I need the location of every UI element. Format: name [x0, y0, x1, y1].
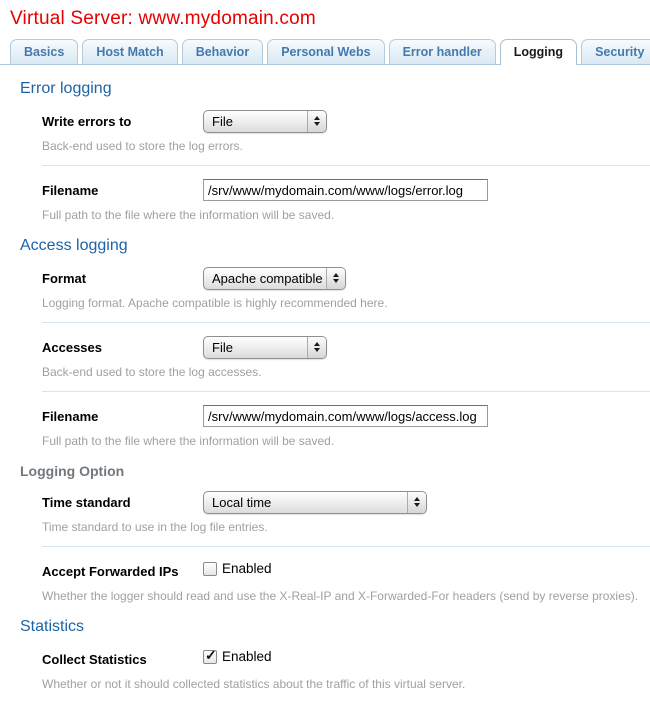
settings-section: Access logging Format Apache compatible …	[0, 237, 650, 448]
field-divider	[42, 546, 650, 547]
tab-bar: BasicsHost MatchBehaviorPersonal WebsErr…	[0, 39, 650, 65]
field-control: ✓ Enabled	[203, 649, 272, 669]
dropdown-selected-value: File	[212, 114, 307, 129]
form-field: Filename Full path to the file where the…	[42, 404, 650, 448]
tab-basics[interactable]: Basics	[10, 39, 78, 64]
tab-host-match[interactable]: Host Match	[82, 39, 177, 64]
section-title: Logging Option	[20, 463, 650, 479]
form-field: Filename Full path to the file where the…	[42, 178, 650, 222]
dropdown-stepper-arrows-icon	[326, 268, 345, 289]
field-control: File	[203, 336, 327, 359]
section-title: Error logging	[20, 80, 650, 98]
field-label: Time standard	[42, 495, 203, 510]
dropdown-select[interactable]: File	[203, 110, 327, 133]
form-field: Accept Forwarded IPs ✓ Enabled Whether t…	[42, 559, 650, 603]
tab-behavior[interactable]: Behavior	[182, 39, 264, 64]
field-help-text: Whether or not it should collected stati…	[42, 677, 650, 691]
checkbox-label: Enabled	[222, 649, 272, 664]
field-control: File	[203, 110, 327, 133]
field-help-text: Full path to the file where the informat…	[42, 434, 650, 448]
section-title: Access logging	[20, 237, 650, 255]
field-control: Apache compatible	[203, 267, 346, 290]
dropdown-selected-value: File	[212, 340, 307, 355]
field-control	[203, 405, 488, 427]
virtual-server-page: Virtual Server: www.mydomain.com BasicsH…	[0, 8, 650, 705]
field-label: Accept Forwarded IPs	[42, 564, 203, 579]
field-label: Filename	[42, 409, 203, 424]
field-label: Accesses	[42, 340, 203, 355]
section-title: Statistics	[20, 618, 650, 636]
field-help-text: Back-end used to store the log errors.	[42, 139, 650, 153]
field-divider	[42, 322, 650, 323]
form-field: Format Apache compatible Logging format.…	[42, 266, 650, 310]
field-control: Local time	[203, 491, 427, 514]
checkmark-icon: ✓	[205, 648, 217, 662]
text-input[interactable]	[203, 405, 488, 427]
checkbox-field: ✓ Enabled	[203, 649, 272, 664]
field-label: Filename	[42, 183, 203, 198]
field-help-text: Full path to the file where the informat…	[42, 208, 650, 222]
enabled-checkbox[interactable]: ✓	[203, 562, 217, 576]
field-help-text: Back-end used to store the log accesses.	[42, 365, 650, 379]
page-title: Virtual Server: www.mydomain.com	[10, 8, 650, 30]
settings-section: Error logging Write errors to File Back-…	[0, 80, 650, 222]
tab-error-handler[interactable]: Error handler	[389, 39, 496, 64]
tab-personal-webs[interactable]: Personal Webs	[267, 39, 384, 64]
dropdown-stepper-arrows-icon	[407, 492, 426, 513]
tab-content: Error logging Write errors to File Back-…	[0, 80, 650, 705]
dropdown-stepper-arrows-icon	[307, 111, 326, 132]
field-control	[203, 179, 488, 201]
dropdown-select[interactable]: File	[203, 336, 327, 359]
text-input[interactable]	[203, 179, 488, 201]
field-label: Write errors to	[42, 114, 203, 129]
dropdown-stepper-arrows-icon	[307, 337, 326, 358]
form-field: Accesses File Back-end used to store the…	[42, 335, 650, 379]
checkbox-label: Enabled	[222, 561, 272, 576]
tab-security[interactable]: Security	[581, 39, 650, 64]
settings-section: Statistics Collect Statistics ✓ Enabled …	[0, 618, 650, 691]
form-field: Write errors to File Back-end used to st…	[42, 109, 650, 153]
field-label: Format	[42, 271, 203, 286]
field-label: Collect Statistics	[42, 652, 203, 667]
dropdown-select[interactable]: Local time	[203, 491, 427, 514]
field-control: ✓ Enabled	[203, 561, 272, 581]
settings-section: Logging Option Time standard Local time …	[0, 463, 650, 603]
tab-logging[interactable]: Logging	[500, 39, 577, 65]
field-help-text: Logging format. Apache compatible is hig…	[42, 296, 650, 310]
field-divider	[42, 165, 650, 166]
checkbox-field: ✓ Enabled	[203, 561, 272, 576]
field-help-text: Whether the logger should read and use t…	[42, 589, 650, 603]
form-field: Time standard Local time Time standard t…	[42, 490, 650, 534]
field-divider	[42, 391, 650, 392]
enabled-checkbox[interactable]: ✓	[203, 650, 217, 664]
dropdown-selected-value: Local time	[212, 495, 407, 510]
form-field: Collect Statistics ✓ Enabled Whether or …	[42, 647, 650, 691]
field-help-text: Time standard to use in the log file ent…	[42, 520, 650, 534]
dropdown-select[interactable]: Apache compatible	[203, 267, 346, 290]
dropdown-selected-value: Apache compatible	[212, 271, 326, 286]
